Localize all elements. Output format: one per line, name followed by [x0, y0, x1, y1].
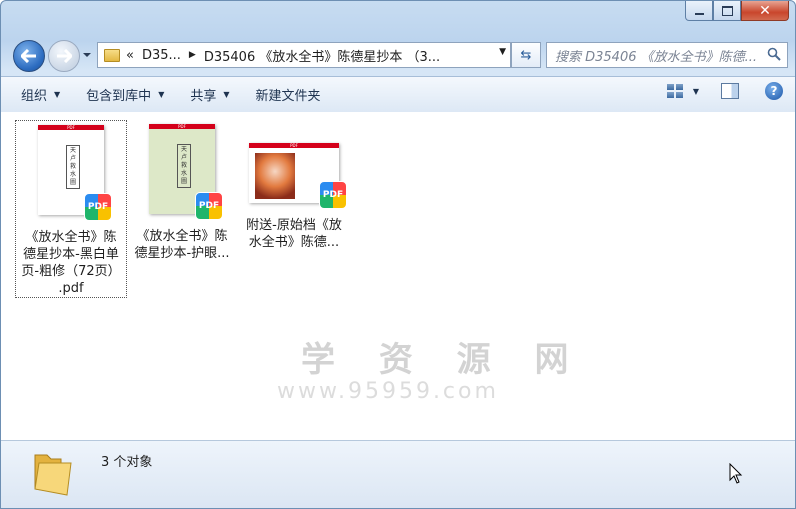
watermark: 学 资 源 网 www.95959.com [277, 332, 585, 404]
search-placeholder: 搜索 D35406 《放水全书》陈德... [555, 49, 758, 65]
file-name-line: 页-粗修（72页） [21, 264, 121, 279]
watermark-url: www.95959.com [277, 379, 499, 404]
new-folder-button[interactable]: 新建文件夹 [250, 83, 327, 107]
breadcrumb-separator-icon[interactable]: ▶ [189, 50, 196, 60]
file-name-line: .pdf [58, 281, 84, 296]
file-name: 《放水全书》陈 德星抄本-黑白单 页-粗修（72页） .pdf [16, 229, 126, 297]
change-view-icon[interactable] [666, 84, 683, 98]
arrow-left-icon [21, 49, 36, 63]
file-name-line: 附送-原始档《放 [246, 218, 342, 233]
file-name-line: 水全书》陈德... [248, 235, 340, 250]
share-label: 共享 [190, 89, 217, 104]
maximize-button[interactable] [713, 1, 741, 21]
mouse-cursor-icon [729, 463, 743, 484]
chevron-down-icon: ▼ [54, 90, 61, 99]
thumbnail-title: 天 卢 救 水 圖 [177, 144, 191, 188]
file-item-pdf-original[interactable]: PDF PDF 附送-原始档《放 水全书》陈德... [239, 120, 349, 251]
pdf-header-bar: PDF [249, 143, 339, 148]
pdf-header-bar: PDF [149, 124, 215, 129]
arrow-right-icon [57, 49, 72, 63]
view-controls: ▼ ? [666, 82, 783, 100]
file-name: 附送-原始档《放 水全书》陈德... [239, 217, 349, 251]
view-options-dropdown[interactable]: ▼ [693, 87, 699, 96]
forward-button[interactable] [48, 40, 80, 72]
help-icon[interactable]: ? [765, 82, 783, 100]
file-name: 《放水全书》陈 德星抄本-护眼... [127, 228, 237, 262]
minimize-icon [694, 13, 704, 15]
recent-pages-dropdown[interactable] [82, 50, 92, 60]
file-item-pdf-eyecare[interactable]: PDF 天 卢 救 水 圖 PDF 《放水全书》陈 德星抄本-护眼... [127, 120, 237, 262]
organize-label: 组织 [21, 89, 48, 104]
close-icon: ✕ [759, 2, 771, 19]
refresh-icon: ⇆ [520, 47, 532, 63]
maximize-icon [721, 5, 733, 16]
details-pane: 3 个对象 [1, 440, 795, 508]
navigation-bar: « D35... ▶ D35406 《放水全书》陈德星抄本 （3... ▼ ⇆ … [1, 34, 795, 72]
file-name-line: 《放水全书》陈 [136, 229, 228, 244]
pdf-icon: PDF [84, 193, 112, 221]
breadcrumb-overflow[interactable]: « [126, 48, 134, 63]
explorer-window: ✕ « D35... ▶ D35406 《放水全书》陈德星抄本 （3... ▼ … [0, 0, 796, 509]
cover-image [255, 153, 295, 199]
pdf-thumbnail: PDF 天 卢 救 水 圖 PDF [38, 125, 112, 221]
file-name-line: 《放水全书》陈 [25, 230, 117, 245]
chevron-down-icon: ▼ [223, 90, 230, 99]
breadcrumb-item-current[interactable]: D35406 《放水全书》陈德星抄本 （3... [204, 46, 440, 65]
folder-icon [104, 48, 120, 62]
minimize-button[interactable] [685, 1, 713, 21]
refresh-button[interactable]: ⇆ [511, 42, 541, 68]
caption-buttons: ✕ [685, 1, 789, 21]
pdf-header-bar: PDF [38, 125, 104, 130]
chevron-down-icon: ▼ [158, 90, 165, 99]
watermark-title: 学 资 源 网 [301, 340, 585, 380]
preview-pane-icon[interactable] [721, 83, 739, 99]
pdf-icon: PDF [195, 192, 223, 220]
file-name-line: 德星抄本-护眼... [134, 246, 230, 261]
back-button[interactable] [13, 40, 45, 72]
include-in-library-menu[interactable]: 包含到库中 ▼ [80, 83, 170, 107]
command-bar: 组织 ▼ 包含到库中 ▼ 共享 ▼ 新建文件夹 ▼ ? [1, 76, 795, 113]
file-item-pdf-bw[interactable]: PDF 天 卢 救 水 圖 PDF 《放水全书》陈 德星抄本-黑白单 页-粗修（… [15, 120, 127, 298]
file-list[interactable]: PDF 天 卢 救 水 圖 PDF 《放水全书》陈 德星抄本-黑白单 页-粗修（… [1, 112, 795, 440]
pdf-thumbnail: PDF PDF [249, 143, 347, 209]
pdf-icon: PDF [319, 181, 347, 209]
include-in-library-label: 包含到库中 [86, 89, 152, 104]
organize-menu[interactable]: 组织 ▼ [15, 83, 66, 107]
file-name-line: 德星抄本-黑白单 [23, 247, 119, 262]
share-menu[interactable]: 共享 ▼ [184, 83, 235, 107]
thumbnail-title: 天 卢 救 水 圖 [66, 145, 80, 189]
folder-icon [34, 454, 72, 496]
new-folder-label: 新建文件夹 [255, 89, 321, 104]
address-dropdown-icon[interactable]: ▼ [499, 47, 506, 57]
address-bar[interactable]: « D35... ▶ D35406 《放水全书》陈德星抄本 （3... ▼ [97, 42, 511, 68]
search-input[interactable]: 搜索 D35406 《放水全书》陈德... [546, 42, 788, 68]
breadcrumb-item[interactable]: D35... [142, 48, 181, 63]
pdf-thumbnail: PDF 天 卢 救 水 圖 PDF [149, 124, 223, 220]
search-icon[interactable] [767, 47, 781, 61]
item-count: 3 个对象 [101, 455, 153, 470]
close-button[interactable]: ✕ [741, 1, 789, 21]
